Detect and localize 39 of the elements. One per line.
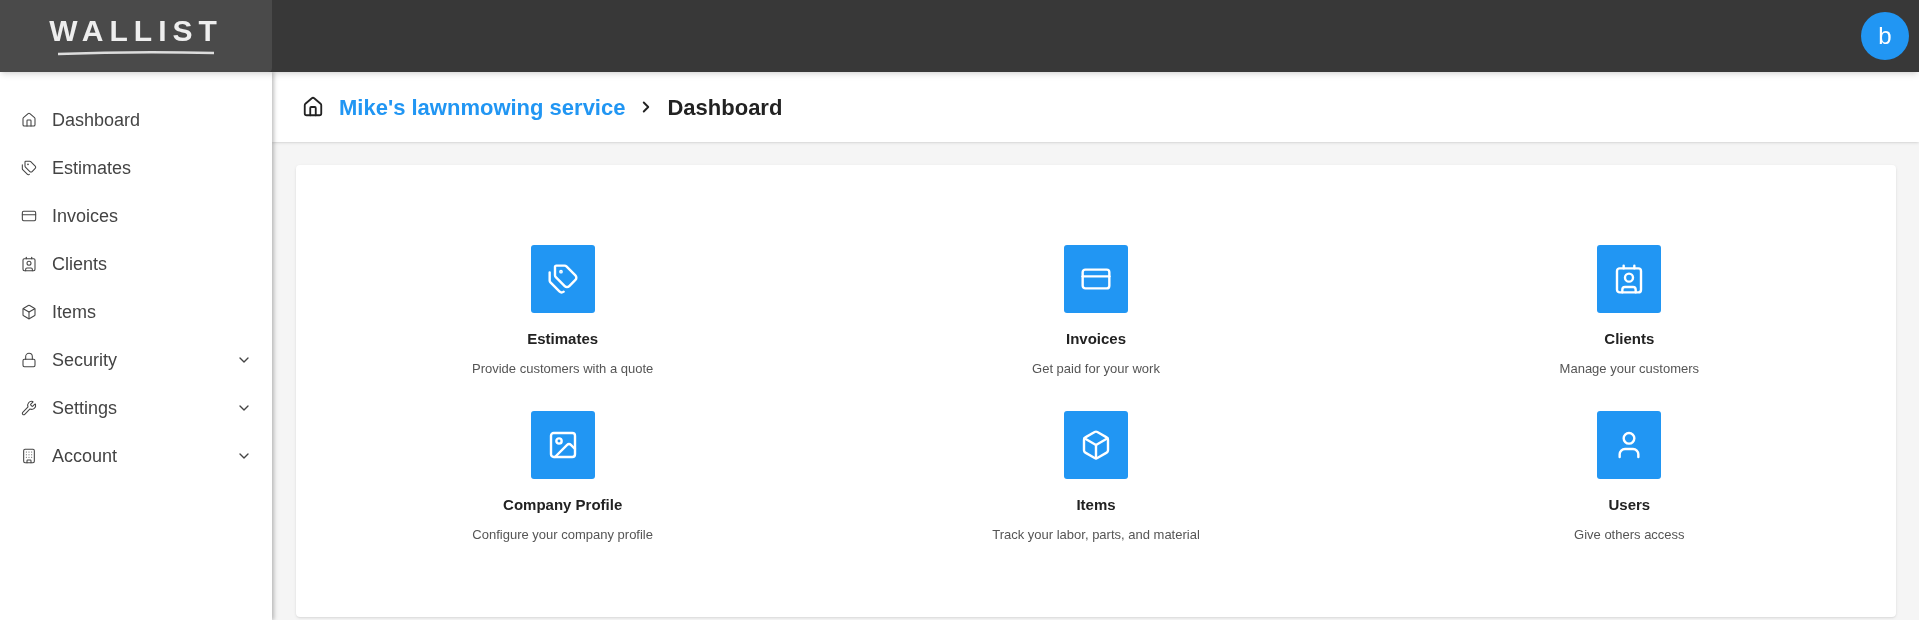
- tile-button[interactable]: [1064, 245, 1128, 313]
- building-icon: [21, 448, 37, 464]
- tile-description: Give others access: [1574, 525, 1685, 544]
- tile-button[interactable]: [1597, 411, 1662, 479]
- tile-title: Users: [1608, 495, 1651, 515]
- tile-title: Invoices: [1065, 329, 1126, 349]
- logo[interactable]: WALLIST: [0, 0, 272, 72]
- home-icon: [21, 112, 37, 128]
- tile-title: Company Profile: [503, 495, 623, 515]
- tile-title: Clients: [1604, 329, 1655, 349]
- tile-button[interactable]: [530, 411, 595, 479]
- tile-description: Track your labor, parts, and material: [992, 525, 1200, 544]
- box-icon: [1080, 429, 1112, 461]
- sidebar-item[interactable]: Invoices: [0, 192, 272, 240]
- breadcrumb-current: Dashboard: [667, 93, 783, 122]
- lock-icon: [21, 352, 37, 368]
- tile-description: Manage your customers: [1559, 359, 1700, 378]
- tile-description: Configure your company profile: [472, 525, 653, 544]
- tile-title: Estimates: [527, 329, 599, 349]
- home-icon[interactable]: [302, 96, 324, 118]
- sidebar-item[interactable]: Estimates: [0, 144, 272, 192]
- wrench-icon: [21, 400, 37, 416]
- sidebar-item[interactable]: Dashboard: [0, 96, 272, 144]
- tile-button[interactable]: [1597, 245, 1662, 313]
- sidebar-item[interactable]: Security: [0, 336, 272, 384]
- box-icon: [21, 304, 37, 320]
- card-icon: [21, 208, 37, 224]
- tags-icon: [21, 160, 37, 176]
- tile-button[interactable]: [530, 245, 595, 313]
- sidebar-item[interactable]: Clients: [0, 240, 272, 288]
- tags-icon: [546, 263, 579, 295]
- tile-description: Provide customers with a quote: [471, 359, 654, 378]
- contact-card-icon: [21, 256, 37, 272]
- sidebar-item[interactable]: Items: [0, 288, 272, 336]
- tile-button[interactable]: [1064, 411, 1128, 479]
- tile-description: Get paid for your work: [1032, 359, 1160, 378]
- tile-title: Items: [1076, 495, 1116, 515]
- sidebar-item[interactable]: Account: [0, 432, 272, 480]
- sidebar-item[interactable]: Settings: [0, 384, 272, 432]
